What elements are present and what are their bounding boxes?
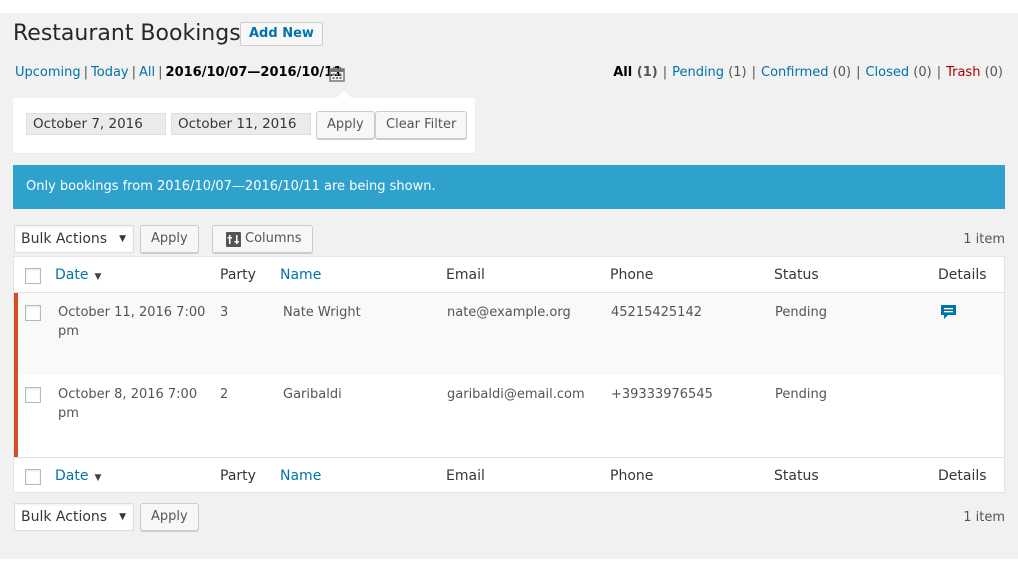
booking-status: Pending [775, 305, 827, 320]
bookings-page: Restaurant Bookings Add New Upcoming | Tod… [0, 13, 1018, 559]
column-header-phone: Phone [610, 267, 654, 283]
status-trash-count: (0) [984, 65, 1003, 80]
item-count-top: 1 item [963, 232, 1005, 247]
column-header-phone: Phone [610, 468, 654, 484]
column-header-name[interactable]: Name [280, 267, 321, 283]
table-row: October 11, 2016 7:00 pm 3 Nate Wright na… [14, 293, 1004, 375]
status-all-link[interactable]: All (1) [613, 65, 657, 80]
date-filter-panel: October 7, 2016 October 11, 2016 Apply C… [13, 90, 475, 153]
column-header-status: Status [774, 468, 819, 484]
status-confirmed-label: Confirmed [761, 65, 829, 80]
booking-date-line: October 11, 2016 7:00 [58, 305, 206, 320]
comment-icon[interactable] [940, 304, 957, 321]
booking-date-line: October 8, 2016 7:00 [58, 387, 198, 402]
status-all-count: (1) [636, 65, 658, 80]
status-trash-link[interactable]: Trash (0) [946, 65, 1003, 80]
column-header-email: Email [446, 468, 485, 484]
booking-date-line: pm [58, 406, 79, 421]
sort-desc-icon: ▼ [94, 272, 102, 282]
item-count-bottom: 1 item [963, 510, 1005, 525]
row-checkbox[interactable] [25, 387, 41, 403]
current-date-range: 2016/10/07—2016/10/11 [165, 65, 343, 80]
separator: | [83, 65, 89, 80]
column-date-label: Date [55, 267, 89, 283]
bulk-actions-label: Bulk Actions [21, 231, 108, 247]
dropdown-arrow-icon: ▼ [119, 512, 126, 522]
separator: | [158, 65, 163, 80]
columns-button[interactable]: Columns [212, 225, 313, 253]
status-closed-link[interactable]: Closed (0) [865, 65, 931, 80]
select-all-checkbox[interactable] [25, 268, 41, 284]
column-header-email: Email [446, 267, 485, 283]
column-header-party: Party [220, 267, 256, 283]
columns-icon [226, 232, 241, 247]
separator: | [856, 65, 861, 80]
status-trash-label: Trash [946, 65, 981, 80]
status-all-label: All [613, 65, 633, 80]
row-checkbox[interactable] [25, 305, 41, 321]
column-header-name[interactable]: Name [280, 468, 321, 484]
bulk-actions-select-bottom[interactable]: Bulk Actions ▼ [14, 503, 134, 531]
column-header-date[interactable]: Date ▼ [55, 468, 101, 484]
status-filter-views: All (1) | Pending (1) | Confirmed (0) | Closed… [613, 65, 1003, 80]
booking-name: Nate Wright [283, 305, 361, 320]
select-all-checkbox[interactable] [25, 469, 41, 485]
separator: | [936, 65, 942, 80]
status-confirmed-link[interactable]: Confirmed (0) [761, 65, 851, 80]
column-header-party: Party [220, 468, 256, 484]
booking-status: Pending [775, 387, 827, 402]
booking-party: 2 [220, 387, 229, 402]
separator: | [131, 65, 137, 80]
clear-filter-button[interactable]: Clear Filter [375, 111, 468, 139]
status-pending-count: (1) [728, 65, 747, 80]
booking-email: nate@example.org [447, 305, 571, 320]
bookings-table: Date ▼ Party Name Email Phone Status Deta… [13, 256, 1005, 493]
sort-desc-icon: ▼ [94, 473, 102, 483]
column-header-details: Details [938, 468, 987, 484]
booking-email: garibaldi@email.com [447, 387, 585, 402]
booking-party: 3 [220, 305, 229, 320]
end-date-input[interactable]: October 11, 2016 [171, 113, 311, 135]
column-header-date[interactable]: Date ▼ [55, 267, 101, 283]
start-date-input[interactable]: October 7, 2016 [26, 113, 166, 135]
filter-apply-button[interactable]: Apply [316, 111, 375, 139]
bulk-actions-select-top[interactable]: Bulk Actions ▼ [14, 225, 134, 253]
booking-phone: +39333976545 [611, 387, 713, 402]
booking-phone: 45215425142 [611, 305, 702, 320]
status-pending-link[interactable]: Pending (1) [672, 65, 747, 80]
filter-notice: Only bookings from 2016/10/07—2016/10/11… [13, 165, 1005, 209]
booking-date: October 8, 2016 7:00 pm [58, 385, 197, 423]
status-pending-label: Pending [672, 65, 725, 80]
booking-name: Garibaldi [283, 387, 342, 402]
status-closed-label: Closed [865, 65, 910, 80]
dropdown-arrow-icon: ▼ [119, 234, 126, 244]
column-header-details: Details [938, 267, 987, 283]
view-upcoming-link[interactable]: Upcoming [15, 65, 81, 80]
column-header-status: Status [774, 267, 819, 283]
column-date-label: Date [55, 468, 89, 484]
page-title: Restaurant Bookings [13, 21, 241, 46]
booking-date: October 11, 2016 7:00 pm [58, 303, 205, 341]
table-header: Date ▼ Party Name Email Phone Status Deta… [14, 257, 1004, 293]
status-confirmed-count: (0) [832, 65, 852, 80]
separator: | [662, 65, 668, 80]
bulk-apply-button-bottom[interactable]: Apply [140, 503, 199, 531]
bulk-actions-label: Bulk Actions [21, 509, 108, 525]
date-filter-views: Upcoming | Today | All | 2016/10/07—2016/10/11 [15, 65, 342, 80]
separator: | [751, 65, 756, 80]
calendar-icon[interactable] [329, 66, 345, 82]
table-row: October 8, 2016 7:00 pm 2 Garibaldi garib… [14, 375, 1004, 457]
bulk-apply-button-top[interactable]: Apply [140, 225, 199, 253]
view-all-link[interactable]: All [139, 65, 155, 80]
table-footer: Date ▼ Party Name Email Phone Status Deta… [14, 457, 1004, 493]
booking-date-line: pm [58, 324, 79, 339]
add-new-button[interactable]: Add New [240, 22, 323, 46]
columns-label: Columns [245, 231, 302, 246]
view-today-link[interactable]: Today [91, 65, 129, 80]
status-closed-count: (0) [913, 65, 932, 80]
